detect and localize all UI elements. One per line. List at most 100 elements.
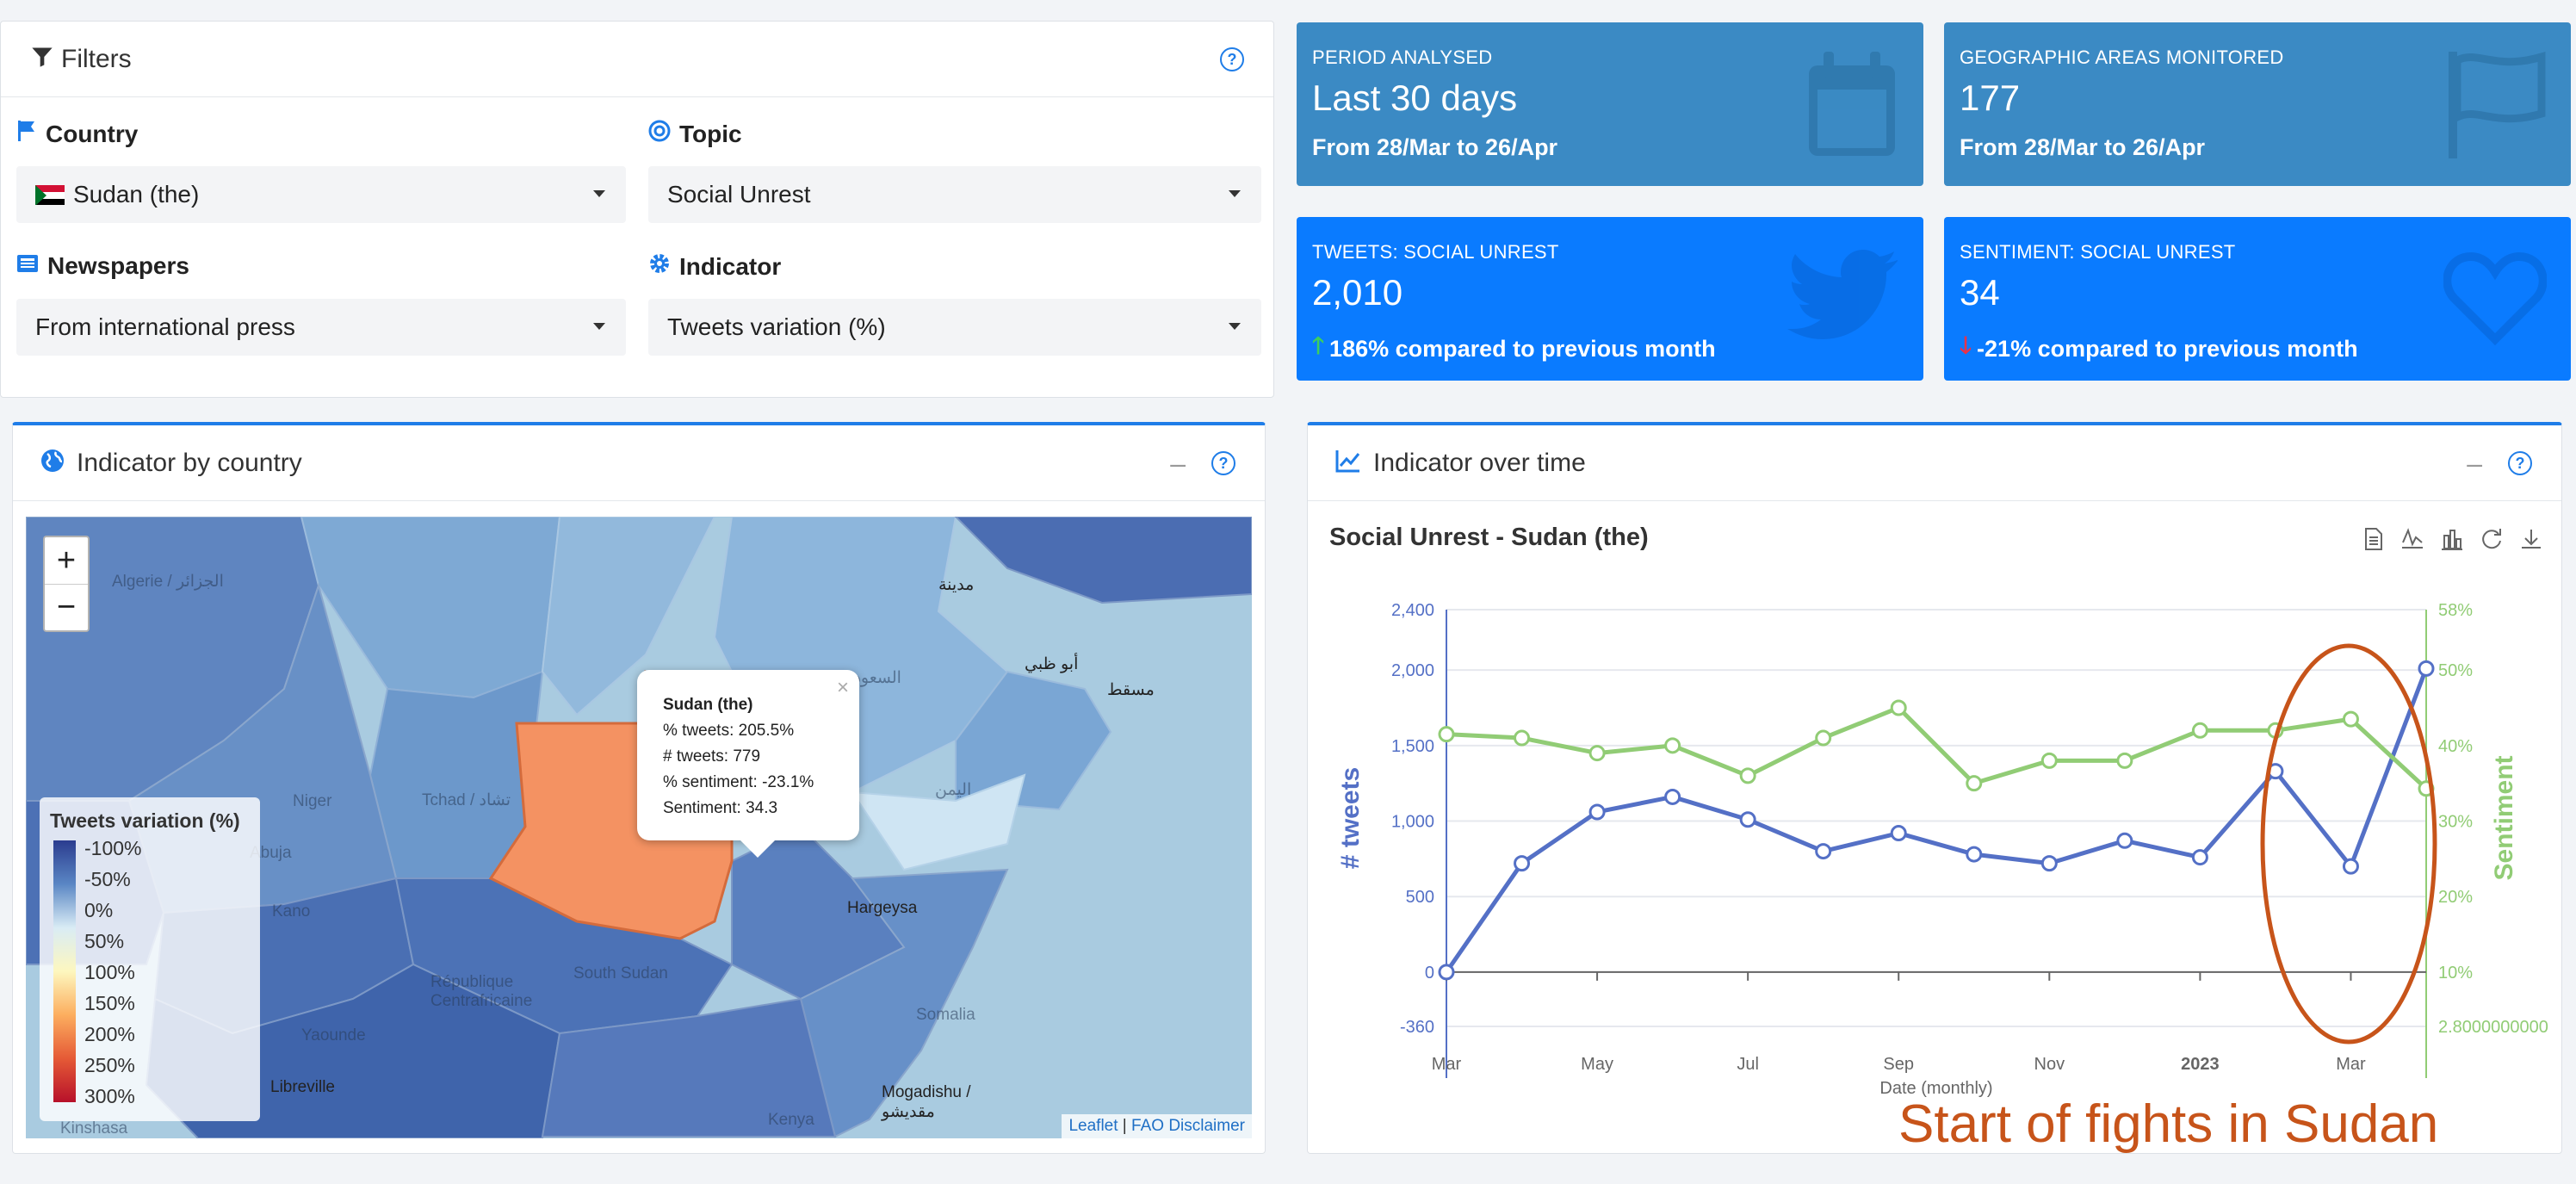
map-label: Yaounde <box>301 1026 366 1045</box>
data-point <box>2191 722 2208 739</box>
filters-title: Filters <box>61 44 132 73</box>
topic-label: Topic <box>648 120 742 148</box>
chevron-down-icon <box>1229 323 1241 330</box>
filters-help-icon[interactable]: ? <box>1220 47 1244 71</box>
bar-type-icon[interactable] <box>2440 527 2464 557</box>
arrow-down-icon: 🡓 <box>1960 332 1972 358</box>
map-label: Libreville <box>270 1078 335 1096</box>
legend-title: Tweets variation (%) <box>50 809 240 832</box>
legend-tick: 100% <box>84 961 135 983</box>
data-point <box>1514 729 1531 747</box>
country-value: Sudan (the) <box>73 181 200 208</box>
map-attribution: Leaflet | FAO Disclaimer <box>1062 1114 1252 1138</box>
data-point <box>1514 855 1531 872</box>
flag-icon <box>16 120 37 148</box>
restore-icon[interactable] <box>2480 527 2504 557</box>
legend-tick: 300% <box>84 1085 135 1107</box>
arrow-up-icon: 🡑 <box>1312 332 1325 358</box>
map-header: Indicator by country – ? <box>13 425 1265 501</box>
topic-select[interactable]: Social Unrest <box>648 166 1261 223</box>
y-left-tick: 500 <box>1406 888 1434 907</box>
data-point <box>1890 825 1907 842</box>
chart-panel-title: Indicator over time <box>1373 448 1586 477</box>
y-left-tick: -360 <box>1400 1018 1434 1037</box>
zoom-in-button[interactable]: + <box>45 537 88 584</box>
data-point <box>2040 855 2058 872</box>
map-label: مدينة <box>938 576 975 594</box>
fao-disclaimer-link[interactable]: FAO Disclaimer <box>1131 1117 1245 1135</box>
y-right-tick: 10% <box>2438 964 2473 983</box>
calendar-icon <box>1805 48 1899 164</box>
popup-line: Sentiment: 34.3 <box>663 799 778 817</box>
data-point <box>1739 811 1756 828</box>
popup-close-button[interactable]: × <box>837 675 849 701</box>
country-label: Country <box>16 120 138 148</box>
map-label: أبو ظبي <box>1025 655 1079 673</box>
highlight-ellipse <box>2260 643 2437 1045</box>
legend-tick: 150% <box>84 992 135 1014</box>
indicator-select[interactable]: Tweets variation (%) <box>648 299 1261 356</box>
data-point <box>2342 858 2359 875</box>
map-label: Niger <box>293 792 332 810</box>
twitter-icon <box>1787 248 1899 347</box>
country-select[interactable]: Sudan (the) <box>16 166 626 223</box>
popup-country: Sudan (the) <box>663 696 753 714</box>
y-right-tick: 30% <box>2438 813 2473 832</box>
map-label: Somalia <box>916 1006 975 1024</box>
newspapers-select[interactable]: From international press <box>16 299 626 356</box>
data-point <box>1739 767 1756 784</box>
legend-tick: 50% <box>84 930 125 952</box>
y-right-tick: 50% <box>2438 661 2473 680</box>
x-tick-label: 2023 <box>2181 1055 2220 1074</box>
legend-tick: 0% <box>84 899 114 921</box>
line-chart[interactable]: -360 0 500 1,000 1,500 2,000 2,400 2.8000000000… <box>1310 586 2559 1137</box>
minimize-button[interactable]: – <box>1170 448 1186 480</box>
line-type-icon[interactable] <box>2400 527 2424 557</box>
map-popup: × Sudan (the) % tweets: 205.5% # tweets:… <box>637 670 859 858</box>
map-legend: Tweets variation (%) -100% -50% 0% 50% 1… <box>40 797 260 1121</box>
x-tick-label: Mar <box>2336 1055 2366 1074</box>
newspaper-icon <box>16 252 39 280</box>
kpi-areas: GEOGRAPHIC AREAS MONITORED 177 From 28/M… <box>1944 22 2571 186</box>
y-left-tick: 2,000 <box>1391 661 1434 680</box>
filter-icon <box>30 45 54 73</box>
newspapers-value: From international press <box>35 313 295 340</box>
map-label: Kano <box>272 902 311 921</box>
map-help-icon[interactable]: ? <box>1211 451 1235 475</box>
y-right-tick: 20% <box>2438 888 2473 907</box>
x-tick-label: Nov <box>2034 1055 2065 1074</box>
x-tick-label: May <box>1581 1055 1613 1074</box>
y-left-tick: 1,500 <box>1391 737 1434 756</box>
data-point <box>2040 752 2058 769</box>
choropleth-map[interactable]: Algerie / الجزائر Niger Tchad / تشاد Sou… <box>26 517 1252 1138</box>
data-view-icon[interactable] <box>2362 527 2385 557</box>
download-icon[interactable] <box>2519 527 2543 557</box>
globe-icon <box>40 449 65 477</box>
legend-tick: -100% <box>84 837 142 859</box>
chart-header: Indicator over time – ? <box>1308 425 2561 501</box>
flag-icon <box>2443 48 2547 164</box>
leaflet-link[interactable]: Leaflet <box>1068 1117 1118 1135</box>
zoom-out-button[interactable]: − <box>45 584 88 630</box>
legend-tick: 250% <box>84 1054 135 1076</box>
data-point <box>2191 849 2208 866</box>
data-point <box>1588 745 1606 762</box>
sudan-flag-icon <box>35 184 65 205</box>
minimize-button[interactable]: – <box>2467 448 2482 480</box>
chart-help-icon[interactable]: ? <box>2508 451 2532 475</box>
popup-line: % sentiment: -23.1% <box>663 773 814 791</box>
data-point <box>2418 660 2435 677</box>
legend-tick: -50% <box>84 868 131 890</box>
data-point <box>1438 726 1455 743</box>
newspapers-label: Newspapers <box>16 252 189 280</box>
indicator-value: Tweets variation (%) <box>667 313 886 340</box>
map-label: Mogadishu / مقديشو <box>882 1083 971 1121</box>
y-right-tick: 2.8000000000 <box>2438 1018 2548 1037</box>
popup-line: # tweets: 779 <box>663 747 761 766</box>
data-point <box>1664 788 1681 805</box>
map-label: République Centrafricaine <box>430 973 533 1010</box>
gear-icon <box>648 252 671 281</box>
map-label: Algerie / الجزائر <box>112 573 224 591</box>
data-point <box>2116 752 2133 769</box>
chevron-down-icon <box>593 190 605 197</box>
